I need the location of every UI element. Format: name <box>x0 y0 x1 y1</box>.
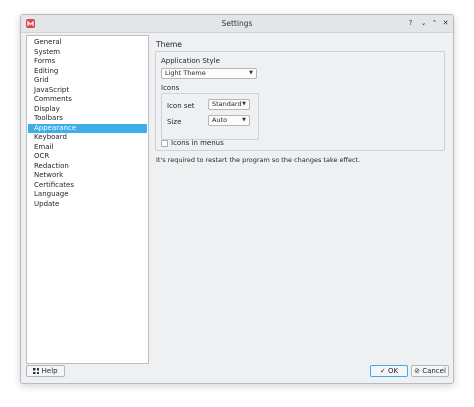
app-style-label: Application Style <box>161 57 220 65</box>
sidebar-item-network[interactable]: Network <box>28 171 147 180</box>
grid-help-icon <box>33 368 40 374</box>
icons-group: Icon set Standard ▼ Size Auto ▼ <box>161 93 259 140</box>
sidebar-item-language[interactable]: Language <box>28 190 147 199</box>
sidebar-item-display[interactable]: Display <box>28 105 147 114</box>
ok-button[interactable]: ✓ OK <box>370 365 408 377</box>
app-style-select[interactable]: Light Theme ▼ <box>161 68 257 79</box>
sidebar-item-javascript[interactable]: JavaScript <box>28 86 147 95</box>
help-titlebar-button[interactable]: ? <box>405 18 416 29</box>
help-button[interactable]: Help <box>26 365 65 377</box>
appearance-panel: Theme Application Style Light Theme ▼ Ic… <box>153 35 449 365</box>
size-value: Auto <box>212 116 228 124</box>
settings-category-list[interactable]: General System Forms Editing Grid JavaSc… <box>26 35 149 364</box>
sidebar-item-certificates[interactable]: Certificates <box>28 181 147 190</box>
sidebar-item-toolbars[interactable]: Toolbars <box>28 114 147 123</box>
icon-set-value: Standard <box>212 100 242 108</box>
maximize-button[interactable]: ⌃ <box>429 18 440 29</box>
sidebar-item-email[interactable]: Email <box>28 143 147 152</box>
titlebar: Settings ? ⌄ ⌃ ✕ <box>21 15 453 33</box>
settings-window: Settings ? ⌄ ⌃ ✕ General System Forms Ed… <box>20 14 454 384</box>
sidebar-item-ocr[interactable]: OCR <box>28 152 147 161</box>
icons-label: Icons <box>161 84 180 92</box>
chevron-down-icon: ▼ <box>249 70 253 76</box>
sidebar-item-comments[interactable]: Comments <box>28 95 147 104</box>
ok-button-label: OK <box>388 367 399 375</box>
icon-set-label: Icon set <box>167 102 195 110</box>
sidebar-item-redaction[interactable]: Redaction <box>28 162 147 171</box>
size-select[interactable]: Auto ▼ <box>208 115 250 126</box>
chevron-down-icon: ▼ <box>242 101 246 107</box>
sidebar-item-system[interactable]: System <box>28 48 147 57</box>
sidebar-item-update[interactable]: Update <box>28 200 147 209</box>
close-button[interactable]: ✕ <box>440 18 451 29</box>
check-icon: ✓ <box>379 367 386 375</box>
theme-section-title: Theme <box>156 40 182 49</box>
sidebar-item-forms[interactable]: Forms <box>28 57 147 66</box>
window-title: Settings <box>221 19 253 28</box>
icon-set-select[interactable]: Standard ▼ <box>208 99 250 110</box>
cancel-button-label: Cancel <box>422 367 446 375</box>
icons-in-menus-label: Icons in menus <box>171 139 224 147</box>
sidebar-item-general[interactable]: General <box>28 38 147 47</box>
restart-note: It's required to restart the program so … <box>156 156 361 164</box>
size-label: Size <box>167 118 182 126</box>
chevron-down-icon: ▼ <box>242 117 246 123</box>
minimize-button[interactable]: ⌄ <box>418 18 429 29</box>
cancel-button[interactable]: ⊘ Cancel <box>411 365 449 377</box>
help-button-label: Help <box>41 367 58 375</box>
cancel-icon: ⊘ <box>414 367 420 375</box>
theme-group: Application Style Light Theme ▼ Icons Ic… <box>155 51 445 151</box>
sidebar-item-keyboard[interactable]: Keyboard <box>28 133 147 142</box>
icons-in-menus-checkbox[interactable] <box>161 140 168 147</box>
sidebar-item-editing[interactable]: Editing <box>28 67 147 76</box>
sidebar-item-appearance[interactable]: Appearance <box>28 123 147 133</box>
sidebar-item-grid[interactable]: Grid <box>28 76 147 85</box>
app-style-value: Light Theme <box>165 69 206 77</box>
